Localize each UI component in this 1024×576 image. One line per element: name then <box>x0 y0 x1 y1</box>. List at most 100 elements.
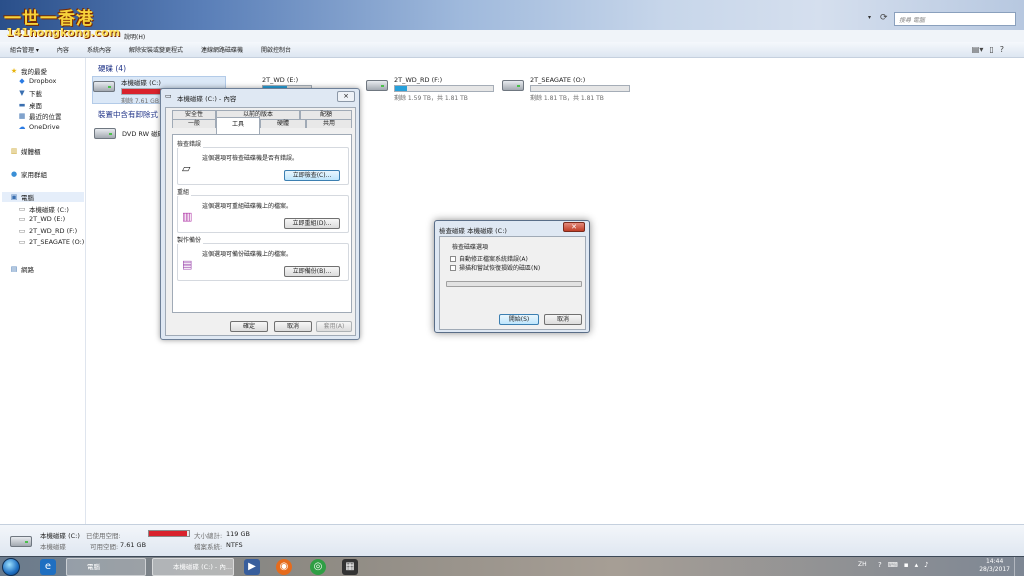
map-network-drive-button[interactable]: 連線網路磁碟機 <box>201 45 243 54</box>
menu-help[interactable]: 說明(H) <box>124 32 145 41</box>
tab-tools[interactable]: 工具 <box>216 117 260 134</box>
check-disk-icon: ▱ <box>182 162 191 175</box>
details-free-value: 7.61 GB <box>120 541 147 549</box>
dvd-drive-tile[interactable]: DVD RW 磁碟 <box>94 124 164 142</box>
dropbox-icon: ◆ <box>19 77 25 85</box>
nav-drive-e[interactable]: ▭ 2T_WD (E:) <box>18 215 66 223</box>
search-input[interactable]: 搜尋 電腦 <box>894 12 1016 26</box>
defrag-label: 重組 <box>177 187 192 196</box>
nav-downloads[interactable]: ▼ 下載 <box>18 88 42 98</box>
nav-desktop[interactable]: ▬ 桌面 <box>18 100 42 110</box>
watermark-logo: 一世一香港 141hongkong.com <box>4 4 124 44</box>
tab-hardware[interactable]: 硬體 <box>260 119 306 128</box>
check-now-button[interactable]: 立即檢查(C)... <box>284 170 340 181</box>
backup-group: 製作備份 ▤ 這個選項可備份磁碟機上的檔案。 立即備份(B)... <box>177 235 349 281</box>
organize-button[interactable]: 組合管理 ▾ <box>10 45 39 54</box>
firefox-icon[interactable]: ◉ <box>276 559 292 575</box>
removable-section-header[interactable]: 裝置中含有卸除式 <box>98 109 158 120</box>
drive-icon: ▭ <box>18 227 26 235</box>
hard-disk-section-header[interactable]: 硬碟 (4) <box>98 63 126 74</box>
recent-places-icon: ▦ <box>18 112 26 120</box>
navigation-pane: ★ 我的最愛 ◆ Dropbox ▼ 下載 ▬ 桌面 ▦ 最近的位置 ☁ OneDrive … <box>0 58 86 524</box>
history-dropdown-icon[interactable]: ▾ <box>868 14 876 24</box>
change-view-icon[interactable]: ▤▾ <box>972 45 984 54</box>
backup-label: 製作備份 <box>177 235 204 244</box>
refresh-icon[interactable]: ⟳ <box>880 13 890 25</box>
nav-drive-o[interactable]: ▭ 2T_SEAGATE (O:) <box>18 238 85 246</box>
preview-pane-icon[interactable]: ▯ <box>989 45 993 54</box>
nav-network[interactable]: ▤ 網路 <box>10 264 34 274</box>
homegroup-icon: ● <box>10 170 18 178</box>
nav-drive-f[interactable]: ▭ 2T_WD_RD (F:) <box>18 227 77 235</box>
start-button[interactable] <box>2 558 20 576</box>
tab-quota[interactable]: 配額 <box>300 110 352 119</box>
auto-fix-checkbox[interactable]: 自動修正檔案系統錯誤(A) <box>450 254 528 263</box>
backup-now-button[interactable]: 立即備份(B)... <box>284 266 340 277</box>
close-icon[interactable]: ⨯ <box>337 91 355 102</box>
cloud-icon: ☁ <box>18 123 26 131</box>
nav-homegroup[interactable]: ● 家用群組 <box>10 169 47 179</box>
taskbar: e 電腦 本機磁碟 (C:) - 內... ▶ ◉ ◎ ▦ ZH ? ⌨ ▪ ▴… <box>0 556 1024 576</box>
defrag-now-button[interactable]: 立即重組(D)... <box>284 218 340 229</box>
help-icon[interactable]: ? <box>1000 45 1004 54</box>
system-tray: ? ⌨ ▪ ▴ ♪ <box>878 561 929 569</box>
clock[interactable]: 14:44 28/3/2017 <box>979 558 1010 574</box>
tray-app-icon[interactable]: ▪ <box>904 561 909 569</box>
nav-onedrive[interactable]: ☁ OneDrive <box>18 123 60 131</box>
details-total-label: 大小總計: <box>194 532 223 540</box>
tab-general[interactable]: 一般 <box>172 119 216 128</box>
system-properties-button[interactable]: 系統內容 <box>87 45 111 54</box>
internet-explorer-icon[interactable]: e <box>40 559 56 575</box>
keyboard-icon[interactable]: ⌨ <box>888 561 898 569</box>
drive-usage-bar <box>530 85 630 92</box>
media-player-icon[interactable]: ▶ <box>244 559 260 575</box>
uninstall-program-button[interactable]: 解除安裝或變更程式 <box>129 45 183 54</box>
check-disk-options-label: 檢查磁碟選項 <box>452 244 489 251</box>
volume-icon[interactable]: ♪ <box>924 561 928 569</box>
command-bar: 組合管理 ▾ 內容 系統內容 解除安裝或變更程式 連線網路磁碟機 開啟控制台 ▤… <box>0 42 1024 58</box>
open-control-panel-button[interactable]: 開啟控制台 <box>261 45 291 54</box>
computer-icon: ▣ <box>10 193 18 201</box>
drive-tile-f[interactable]: 2T_WD_RD (F:) 剩餘 1.59 TB，共 1.81 TB <box>366 76 494 102</box>
film-app-icon[interactable]: ▦ <box>342 559 358 575</box>
nav-favorites[interactable]: ★ 我的最愛 <box>10 66 47 76</box>
chrome-icon[interactable]: ◎ <box>310 559 326 575</box>
tab-sharing[interactable]: 共用 <box>306 119 352 128</box>
language-indicator[interactable]: ZH <box>858 561 867 568</box>
nav-recent-places[interactable]: ▦ 最近的位置 <box>18 111 62 121</box>
close-icon[interactable]: ✕ <box>563 222 585 232</box>
clock-date: 28/3/2017 <box>979 566 1010 573</box>
drive-small-icon: ▭ <box>165 92 172 100</box>
taskbar-properties[interactable]: 本機磁碟 (C:) - 內... <box>152 558 234 576</box>
tab-security[interactable]: 安全性 <box>172 110 216 119</box>
properties-dialog-title: 本機磁碟 (C:) - 內容 <box>177 95 237 103</box>
watermark-line2: 141hongkong.com <box>6 26 121 39</box>
properties-button[interactable]: 內容 <box>57 45 69 54</box>
nav-dropbox[interactable]: ◆ Dropbox <box>18 77 56 85</box>
scan-bad-sectors-checkbox[interactable]: 掃描和嘗試恢復損毀的磁區(N) <box>450 263 540 272</box>
drive-tile-o[interactable]: 2T_SEAGATE (O:) 剩餘 1.81 TB，共 1.81 TB <box>502 76 630 102</box>
help-icon[interactable]: ? <box>878 561 882 569</box>
ok-button[interactable]: 確定 <box>230 321 268 332</box>
nav-libraries[interactable]: ▥ 媒體櫃 <box>10 146 41 156</box>
star-icon: ★ <box>10 67 18 75</box>
cancel-button[interactable]: 取消 <box>274 321 312 332</box>
apply-button[interactable]: 套用(A) <box>316 321 352 332</box>
properties-dialog: ▭ 本機磁碟 (C:) - 內容 ⨯ 安全性 以前的版本 配額 一般 工具 硬體… <box>160 88 360 340</box>
show-desktop-button[interactable] <box>1014 557 1024 576</box>
checkbox-box[interactable] <box>450 264 456 271</box>
start-button[interactable]: 開始(S) <box>499 314 539 325</box>
nav-drive-c[interactable]: ▭ 本機磁碟 (C:) <box>18 204 69 214</box>
nav-computer[interactable]: ▣ 電腦 <box>2 192 84 202</box>
hard-drive-icon <box>10 534 34 548</box>
network-icon[interactable]: ▴ <box>915 561 919 569</box>
cancel-button[interactable]: 取消 <box>544 314 582 325</box>
defrag-icon: ▥ <box>182 210 193 223</box>
network-icon: ▤ <box>10 265 18 273</box>
checkbox-box[interactable] <box>450 255 456 262</box>
hard-drive-icon <box>366 76 390 94</box>
taskbar-computer[interactable]: 電腦 <box>66 558 146 576</box>
clock-time: 14:44 <box>985 558 1004 565</box>
drive-icon: ▭ <box>18 215 26 223</box>
hard-drive-icon <box>502 76 526 94</box>
